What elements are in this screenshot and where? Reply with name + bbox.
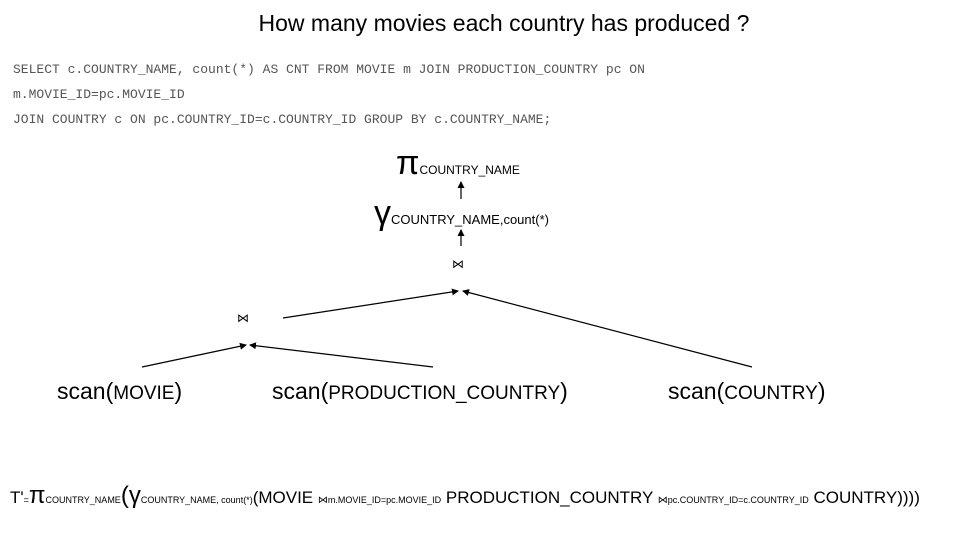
edge-leftjoin-to-topjoin <box>282 288 459 319</box>
formula-join-1-condition: m.MOVIE_ID=pc.MOVIE_ID <box>327 495 442 505</box>
formula-table-country: COUNTRY)))) <box>808 488 920 507</box>
formula-join-1: ⋈ <box>317 495 328 506</box>
relational-algebra-formula: T'=πCOUNTRY_NAME(γCOUNTRY_NAME, count(*)… <box>10 482 920 510</box>
tree-edges <box>141 181 753 368</box>
edge-country-to-topjoin <box>462 289 753 368</box>
formula-open-paren: ( <box>120 482 129 509</box>
formula-table-production-country: PRODUCTION_COUNTRY <box>441 488 658 507</box>
formula-pi-subscript: COUNTRY_NAME <box>45 495 121 505</box>
formula-join-2-condition: pc.COUNTRY_ID=c.COUNTRY_ID <box>667 495 809 505</box>
formula-join-2: ⋈ <box>657 495 668 506</box>
formula-table-movie: MOVIE <box>258 488 318 507</box>
edge-movie-to-leftjoin <box>141 342 247 368</box>
formula-pi: π <box>28 482 46 509</box>
formula-gamma: γ <box>128 482 141 509</box>
formula-gamma-subscript: COUNTRY_NAME, count(*) <box>140 495 253 505</box>
edge-production-country-to-leftjoin <box>249 342 434 368</box>
formula-lhs: T' <box>10 488 24 507</box>
